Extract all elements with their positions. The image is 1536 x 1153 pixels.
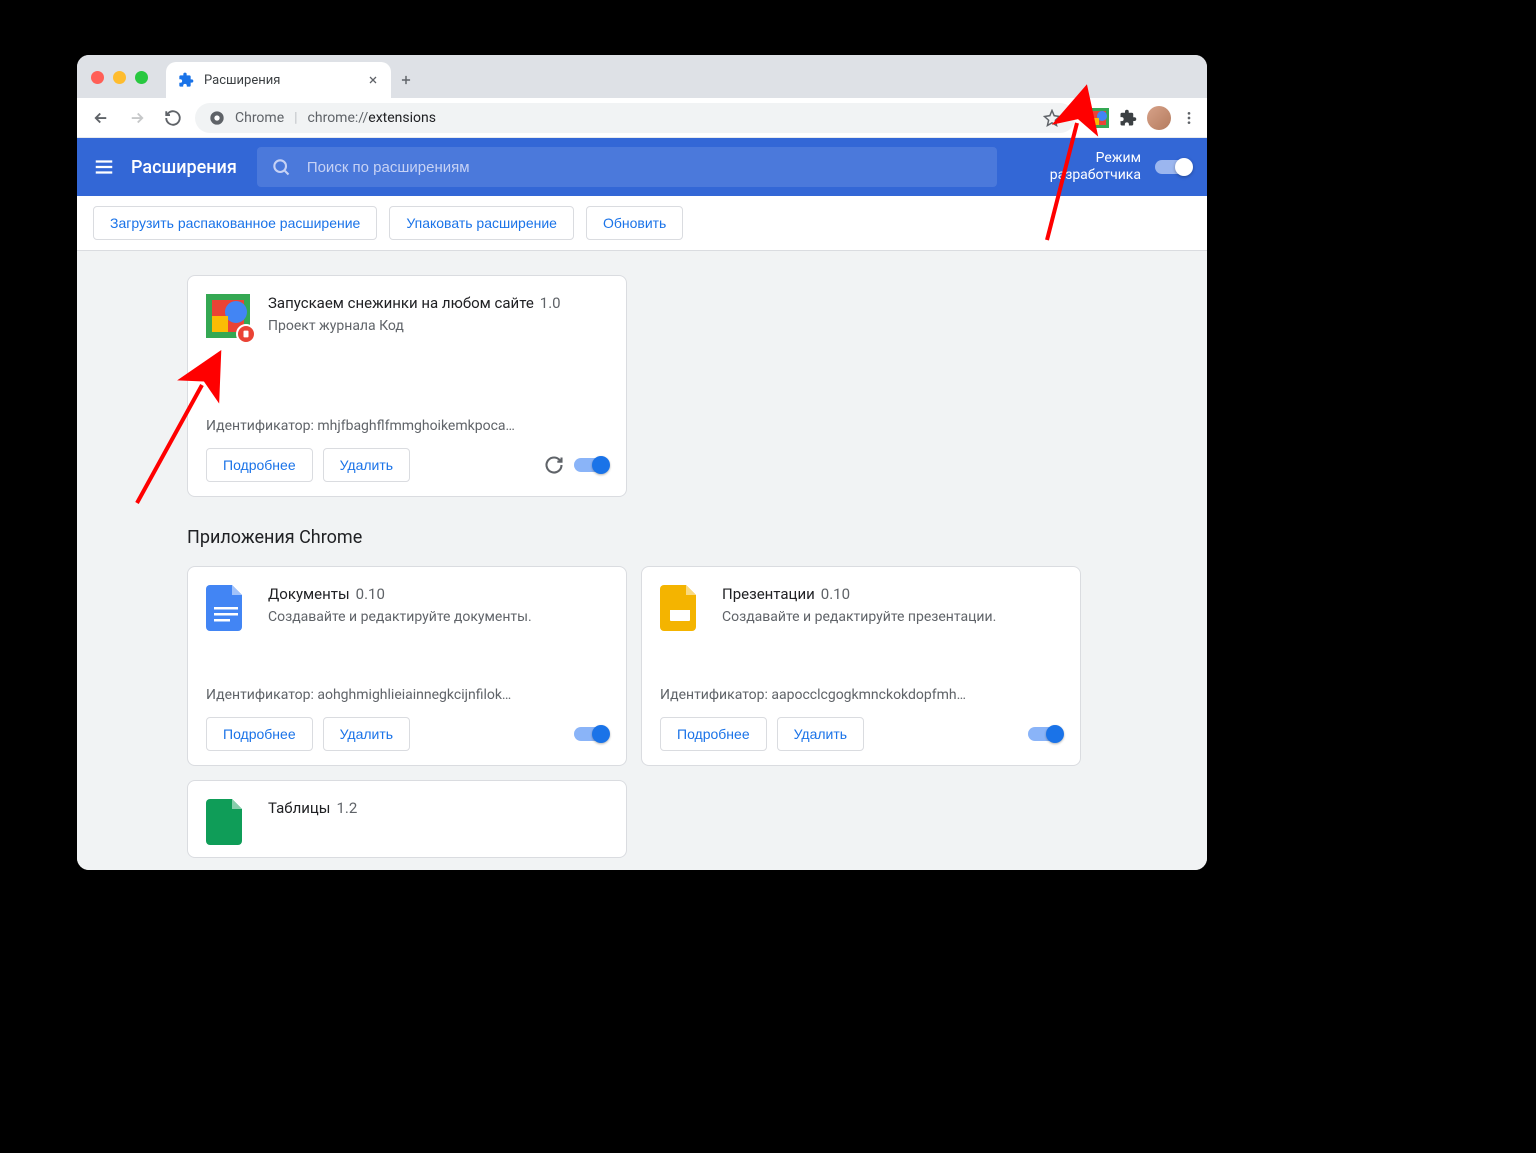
extension-description: Проект журнала Код [268, 318, 608, 334]
zoom-window-button[interactable] [135, 71, 148, 84]
pack-extension-button[interactable]: Упаковать расширение [389, 206, 574, 240]
puzzle-icon [178, 72, 194, 88]
extension-toggle[interactable] [574, 458, 608, 472]
unpacked-badge-icon [236, 324, 256, 344]
traffic-lights [91, 71, 166, 98]
profile-avatar[interactable] [1147, 106, 1171, 130]
toolbar: Chrome | chrome://extensions [77, 98, 1207, 138]
remove-button[interactable]: Удалить [777, 717, 864, 751]
devmode-block: Режимразработчика [1050, 150, 1191, 184]
close-tab-icon[interactable] [367, 74, 379, 86]
app-id: aapocclcgogkmnckokdopfmh… [771, 687, 966, 703]
extension-icon-snow[interactable] [1089, 108, 1109, 128]
bookmark-icon[interactable] [1043, 109, 1061, 127]
chrome-icon [209, 110, 225, 126]
nav-forward-button[interactable] [123, 104, 151, 132]
details-button[interactable]: Подробнее [660, 717, 767, 751]
toolbar-right [1083, 106, 1197, 130]
action-bar: Загрузить распакованное расширение Упако… [77, 196, 1207, 251]
omnibox[interactable]: Chrome | chrome://extensions [195, 103, 1075, 133]
app-icon-slides [660, 585, 704, 629]
app-card-slides: Презентации 0.10 Создавайте и редактируйт… [641, 566, 1081, 766]
app-description: Создавайте и редактируйте презентации. [722, 609, 1062, 625]
app-icon-sheets [206, 799, 250, 843]
browser-window: Расширения Chrome | chrome://extensions [77, 55, 1207, 870]
app-toggle[interactable] [574, 727, 608, 741]
remove-button[interactable]: Удалить [323, 448, 410, 482]
omnibox-chip: Chrome [235, 110, 284, 126]
page-content: Расширения Режимразработчика Загрузить р… [77, 138, 1207, 870]
app-description: Создавайте и редактируйте документы. [268, 609, 608, 625]
overflow-menu-icon[interactable] [1181, 110, 1197, 126]
search-input[interactable] [305, 158, 983, 177]
extension-id: mhjfbaghflfmmghoikemkpoca… [317, 418, 515, 434]
extension-card: Запускаем снежинки на любом сайте 1.0 Про… [187, 275, 627, 497]
extension-version: 1.0 [540, 294, 561, 312]
update-button[interactable]: Обновить [586, 206, 683, 240]
titlebar: Расширения [77, 55, 1207, 98]
new-tab-button[interactable] [391, 62, 421, 98]
reload-button[interactable] [159, 104, 187, 132]
app-name: Таблицы [268, 799, 330, 817]
search-icon [271, 157, 291, 177]
reload-extension-icon[interactable] [544, 455, 564, 475]
app-id: aohghmighlieiainnegkcijnfilok… [317, 687, 511, 703]
extension-logo [206, 294, 250, 338]
close-window-button[interactable] [91, 71, 104, 84]
menu-icon[interactable] [93, 156, 115, 178]
app-name: Презентации [722, 585, 815, 603]
omnibox-url: chrome://extensions [308, 110, 436, 126]
search-box[interactable] [257, 147, 997, 187]
app-name: Документы [268, 585, 350, 603]
app-icon-docs [206, 585, 250, 629]
tab-extensions[interactable]: Расширения [166, 62, 391, 98]
devmode-toggle[interactable] [1155, 160, 1191, 174]
extension-name: Запускаем снежинки на любом сайте [268, 294, 534, 312]
page-title: Расширения [131, 157, 237, 178]
app-card-sheets: Таблицы 1.2 [187, 780, 627, 858]
apps-section-title: Приложения Chrome [187, 527, 1097, 548]
devmode-label-line1: Режим [1050, 150, 1141, 167]
app-version: 1.2 [336, 799, 357, 817]
tab-title: Расширения [204, 73, 280, 88]
app-version: 0.10 [821, 585, 850, 603]
app-version: 0.10 [356, 585, 385, 603]
app-header: Расширения Режимразработчика [77, 138, 1207, 196]
nav-back-button[interactable] [87, 104, 115, 132]
app-id-label: Идентификатор: [660, 687, 768, 703]
extensions-puzzle-icon[interactable] [1119, 109, 1137, 127]
app-card-docs: Документы 0.10 Создавайте и редактируйте … [187, 566, 627, 766]
details-button[interactable]: Подробнее [206, 448, 313, 482]
app-toggle[interactable] [1028, 727, 1062, 741]
minimize-window-button[interactable] [113, 71, 126, 84]
extension-id-label: Идентификатор: [206, 418, 314, 434]
remove-button[interactable]: Удалить [323, 717, 410, 751]
details-button[interactable]: Подробнее [206, 717, 313, 751]
load-unpacked-button[interactable]: Загрузить распакованное расширение [93, 206, 377, 240]
app-id-label: Идентификатор: [206, 687, 314, 703]
devmode-label-line2: разработчика [1050, 167, 1141, 184]
